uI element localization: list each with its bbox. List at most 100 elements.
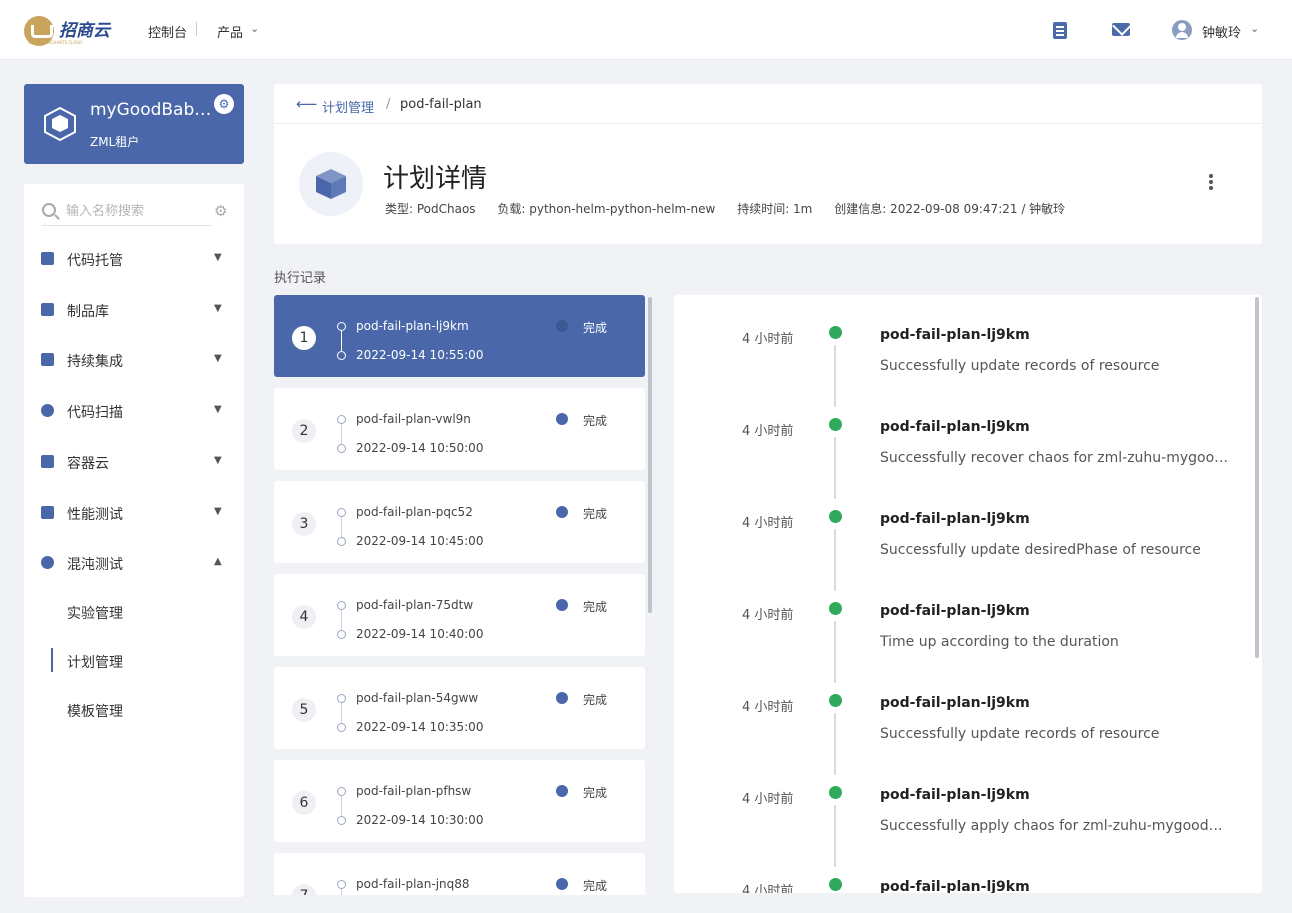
run-item[interactable]: 2 pod-fail-plan-vwl9n 2022-09-14 10:50:0… <box>274 388 645 470</box>
run-time: 2022-09-14 10:40:00 <box>356 627 484 641</box>
sidebar-item-label: 代码托管 <box>67 253 123 269</box>
run-number: 1 <box>292 326 316 350</box>
event-description: Successfully recover chaos for zml-zuhu-… <box>880 450 1230 466</box>
sidebar-subitem-experiments[interactable]: 实验管理 <box>67 603 123 623</box>
breadcrumb: ⟵ 计划管理 / pod-fail-plan <box>274 84 1262 124</box>
timeline-line <box>341 424 342 444</box>
run-number: 3 <box>292 512 316 536</box>
document-icon[interactable] <box>1053 22 1067 39</box>
sidebar-item-artifacts[interactable]: 制品库 ▼ <box>24 295 244 325</box>
search-icon <box>42 203 56 217</box>
run-item[interactable]: 6 pod-fail-plan-pfhsw 2022-09-14 10:30:0… <box>274 760 645 842</box>
run-item[interactable]: 3 pod-fail-plan-pqc52 2022-09-14 10:45:0… <box>274 481 645 563</box>
timeline-dot <box>337 787 346 796</box>
status-dot <box>829 326 842 339</box>
run-item[interactable]: 7 pod-fail-plan-jnq88 完成 <box>274 853 645 895</box>
caret-down-icon: ▼ <box>214 404 222 415</box>
status-dot <box>556 785 568 797</box>
chevron-down-icon[interactable]: ⌄ <box>250 22 259 35</box>
run-name: pod-fail-plan-75dtw <box>356 598 474 612</box>
active-indicator <box>51 648 53 672</box>
sidebar-item-label: 性能测试 <box>67 507 123 523</box>
tenant-card[interactable]: myGoodBaby-zml ZML租户 ⚙ <box>24 84 244 164</box>
event-time: 4 小时前 <box>742 332 794 347</box>
event-item: 4 小时前 pod-fail-plan-lj9km Successfully u… <box>674 479 1254 591</box>
status-badge: 完成 <box>583 786 608 800</box>
timeline-dot <box>337 322 346 331</box>
sidebar-item-label: 容器云 <box>67 456 109 472</box>
event-time: 4 小时前 <box>742 424 794 439</box>
status-dot <box>829 878 842 891</box>
caret-down-icon: ▼ <box>214 303 222 314</box>
caret-up-icon: ▲ <box>214 556 222 567</box>
run-time: 2022-09-14 10:55:00 <box>356 348 484 362</box>
sidebar-item-code-scan[interactable]: 代码扫描 ▼ <box>24 396 244 426</box>
tenant-settings-icon[interactable]: ⚙ <box>214 94 234 114</box>
chaos-icon <box>41 556 54 569</box>
sidebar-item-code-hosting[interactable]: 代码托管 ▼ <box>24 244 244 274</box>
timeline-dot <box>337 880 346 889</box>
sidebar-item-label: 制品库 <box>67 304 109 320</box>
arrow-left-icon[interactable]: ⟵ <box>296 95 318 113</box>
sidebar-item-chaos-test[interactable]: 混沌测试 ▲ <box>24 548 244 578</box>
event-time: 4 小时前 <box>742 700 794 715</box>
chevron-down-icon[interactable]: ⌄ <box>1250 22 1259 35</box>
user-name[interactable]: 钟敏玲 <box>1202 22 1241 41</box>
mail-icon[interactable] <box>1112 23 1130 36</box>
breadcrumb-separator: / <box>386 97 391 112</box>
scrollbar[interactable] <box>648 297 652 613</box>
section-title: 执行记录 <box>274 271 327 286</box>
run-name: pod-fail-plan-vwl9n <box>356 412 471 426</box>
timeline-line <box>341 703 342 723</box>
status-dot <box>556 692 568 704</box>
event-description: Successfully update records of resource <box>880 358 1160 374</box>
plan-header-card: ⟵ 计划管理 / pod-fail-plan 计划详情 类型: PodChaos… <box>274 84 1262 244</box>
event-description: Successfully update desiredPhase of reso… <box>880 542 1201 558</box>
more-icon[interactable] <box>1209 174 1213 190</box>
plan-type: 类型: PodChaos <box>385 202 476 216</box>
caret-down-icon: ▼ <box>214 506 222 517</box>
event-time: 4 小时前 <box>742 516 794 531</box>
top-bar: 招商云 CHINA MERCHANTS CLOUD 控制台 产品 ⌄ 钟敏玲 ⌄ <box>0 0 1292 60</box>
event-item: 4 小时前 pod-fail-plan-lj9km Successfully a… <box>674 755 1254 867</box>
cube-icon <box>44 106 76 142</box>
status-badge: 完成 <box>583 879 608 893</box>
run-number: 5 <box>292 698 316 722</box>
sidebar-item-container-cloud[interactable]: 容器云 ▼ <box>24 447 244 477</box>
scrollbar[interactable] <box>1255 297 1259 658</box>
sidebar-item-ci[interactable]: 持续集成 ▼ <box>24 345 244 375</box>
avatar[interactable] <box>1172 20 1192 40</box>
sidebar-item-perf-test[interactable]: 性能测试 ▼ <box>24 498 244 528</box>
sidebar-item-label: 持续集成 <box>67 354 123 370</box>
run-name: pod-fail-plan-pqc52 <box>356 505 473 519</box>
run-item[interactable]: 1 pod-fail-plan-lj9km 2022-09-14 10:55:0… <box>274 295 645 377</box>
run-item[interactable]: 4 pod-fail-plan-75dtw 2022-09-14 10:40:0… <box>274 574 645 656</box>
status-badge: 完成 <box>583 507 608 521</box>
nav-product[interactable]: 产品 <box>217 22 243 41</box>
gear-icon[interactable]: ⚙ <box>214 202 227 220</box>
event-item: 4 小时前 pod-fail-plan-lj9km Successfully u… <box>674 295 1254 407</box>
event-title: pod-fail-plan-lj9km <box>880 787 1030 803</box>
timeline-dot <box>337 601 346 610</box>
breadcrumb-parent[interactable]: 计划管理 <box>322 97 374 116</box>
status-dot <box>556 599 568 611</box>
plan-duration: 持续时间: 1m <box>737 202 813 216</box>
event-item: 4 小时前 pod-fail-plan-lj9km Time up accord… <box>674 571 1254 683</box>
nav-console[interactable]: 控制台 <box>148 22 187 41</box>
event-title: pod-fail-plan-lj9km <box>880 419 1030 435</box>
perf-icon <box>41 506 54 519</box>
sidebar-subitem-plans[interactable]: 计划管理 <box>67 652 123 672</box>
event-item: 4 小时前 pod-fail-plan-lj9km Successfully u… <box>674 663 1254 775</box>
sidebar-subitem-templates[interactable]: 模板管理 <box>67 701 123 721</box>
run-item[interactable]: 5 pod-fail-plan-54gww 2022-09-14 10:35:0… <box>274 667 645 749</box>
run-list: 1 pod-fail-plan-lj9km 2022-09-14 10:55:0… <box>274 295 645 895</box>
run-time: 2022-09-14 10:30:00 <box>356 813 484 827</box>
search-input[interactable] <box>66 200 206 222</box>
event-title: pod-fail-plan-lj9km <box>880 327 1030 343</box>
caret-down-icon: ▼ <box>214 252 222 263</box>
tenant-subtitle: ZML租户 <box>90 135 140 149</box>
search-box <box>42 200 212 226</box>
logo-text: 招商云 <box>59 21 110 41</box>
timeline-dot <box>337 444 346 453</box>
status-dot <box>556 413 568 425</box>
